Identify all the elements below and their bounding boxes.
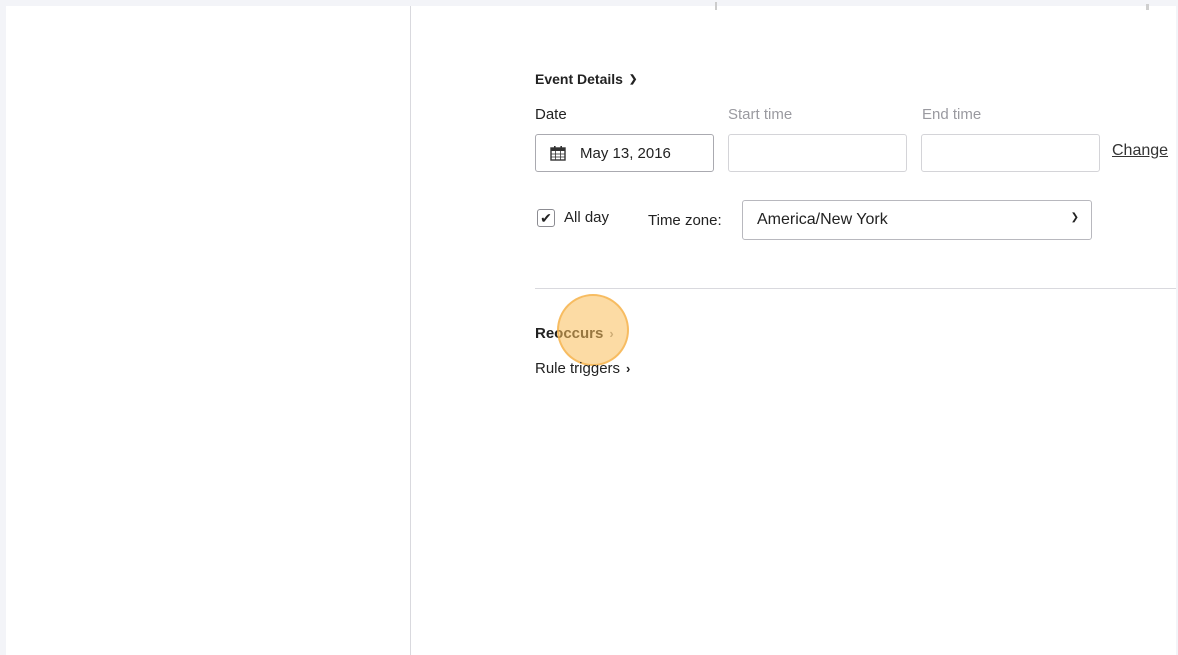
section-divider <box>535 288 1176 289</box>
calendar-icon <box>550 145 566 161</box>
start-time-input[interactable] <box>728 134 907 172</box>
date-value: May 13, 2016 <box>580 144 671 162</box>
top-edge-mark <box>1146 4 1149 10</box>
start-time-label: Start time <box>728 106 793 123</box>
end-time-input[interactable] <box>921 134 1100 172</box>
date-input[interactable]: May 13, 2016 <box>535 134 714 172</box>
event-details-toggle[interactable]: Event Details ❯ <box>535 71 637 87</box>
end-time-label: End time <box>922 106 982 123</box>
change-link[interactable]: Change <box>1112 142 1168 160</box>
chevron-right-icon: › <box>626 361 631 376</box>
date-label: Date <box>535 106 567 123</box>
rule-triggers-label: Rule triggers <box>535 360 621 377</box>
timezone-label: Time zone: <box>648 212 722 229</box>
all-day-checkbox[interactable]: ✔ <box>537 209 555 227</box>
rule-triggers-toggle[interactable]: Rule triggers › <box>535 360 630 377</box>
timezone-value: America/New York <box>757 211 888 228</box>
checkmark-icon: ✔ <box>540 209 552 226</box>
left-panel <box>6 6 411 655</box>
app-frame: Event Details ❯ Date Start time End time … <box>6 2 1176 655</box>
event-details-title: Event Details <box>535 71 623 87</box>
all-day-label[interactable]: All day <box>564 209 609 226</box>
chevron-down-icon: ❯ <box>628 74 638 85</box>
main-panel: Event Details ❯ Date Start time End time … <box>411 2 1176 655</box>
click-highlight <box>557 294 629 366</box>
timezone-select[interactable]: America/New York ❯ <box>742 200 1092 240</box>
chevron-down-icon: ❯ <box>1070 212 1079 223</box>
top-divider-mark <box>715 2 717 10</box>
